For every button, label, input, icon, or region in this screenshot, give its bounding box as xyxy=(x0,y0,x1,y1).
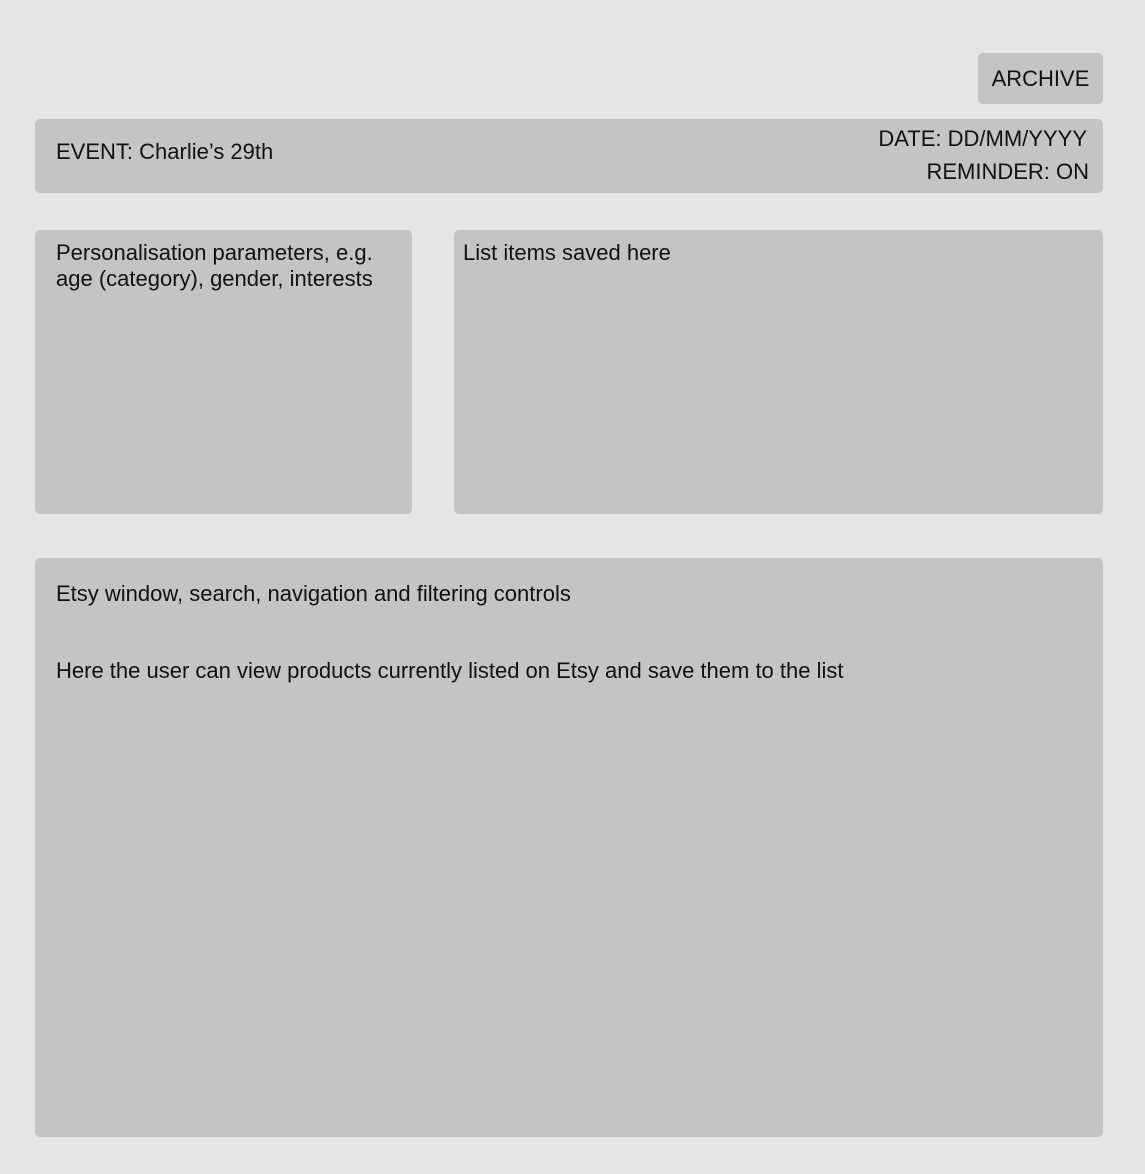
personalisation-panel[interactable]: Personalisation parameters, e.g. age (ca… xyxy=(35,230,412,514)
archive-button[interactable]: ARCHIVE xyxy=(978,53,1103,104)
etsy-window-title: Etsy window, search, navigation and filt… xyxy=(56,581,571,606)
event-bar: EVENT: Charlie’s 29th DATE: DD/MM/YYYY R… xyxy=(35,119,1103,193)
personalisation-text: Personalisation parameters, e.g. age (ca… xyxy=(56,240,373,291)
reminder-toggle[interactable]: REMINDER: ON xyxy=(926,159,1089,185)
saved-list-panel[interactable]: List items saved here xyxy=(454,230,1103,514)
event-date[interactable]: DATE: DD/MM/YYYY xyxy=(878,126,1087,152)
etsy-window-description: Here the user can view products currentl… xyxy=(56,658,844,683)
saved-list-text: List items saved here xyxy=(463,240,671,265)
event-title[interactable]: EVENT: Charlie’s 29th xyxy=(56,139,273,165)
etsy-window[interactable]: Etsy window, search, navigation and filt… xyxy=(35,558,1103,1137)
